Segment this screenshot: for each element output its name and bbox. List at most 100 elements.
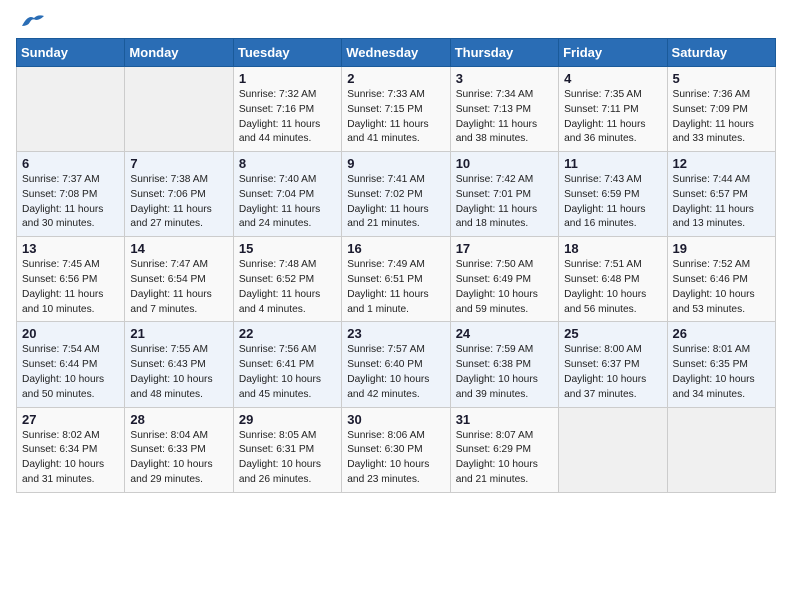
- day-info: Sunrise: 7:47 AM Sunset: 6:54 PM Dayligh…: [130, 258, 227, 317]
- calendar-cell: 30Sunrise: 8:06 AM Sunset: 6:30 PM Dayli…: [342, 407, 450, 492]
- day-of-week-header: Monday: [125, 39, 233, 67]
- day-number: 20: [22, 326, 119, 341]
- calendar-cell: 10 Sunrise: 7:42 AM Sunset: 7:01 PM Dayli…: [450, 152, 558, 237]
- day-number: 19: [673, 241, 770, 256]
- day-number: 16: [347, 241, 444, 256]
- calendar-cell: 2 Sunrise: 7:33 AM Sunset: 7:15 PM Daylig…: [342, 67, 450, 152]
- calendar-cell: 31 Sunrise: 8:07 AM Sunset: 6:29 PM Dayli…: [450, 407, 558, 492]
- calendar-cell: 1Sunrise: 7:32 AM Sunset: 7:16 PM Daylig…: [233, 67, 341, 152]
- calendar-table: SundayMondayTuesdayWednesdayThursdayFrid…: [16, 38, 776, 493]
- day-number: 21: [130, 326, 227, 341]
- day-info: Sunrise: 8:02 AM Sunset: 6:34 PM Dayligh…: [22, 429, 119, 488]
- day-number: 3: [456, 71, 553, 86]
- day-info: Sunrise: 7:35 AM Sunset: 7:11 PM Dayligh…: [564, 88, 661, 147]
- calendar-cell: 12 Sunrise: 7:44 AM Sunset: 6:57 PM Dayli…: [667, 152, 775, 237]
- calendar-cell: 7 Sunrise: 7:38 AM Sunset: 7:06 PM Daylig…: [125, 152, 233, 237]
- calendar-cell: 9 Sunrise: 7:41 AM Sunset: 7:02 PM Daylig…: [342, 152, 450, 237]
- logo: [16, 16, 46, 26]
- calendar-cell: [17, 67, 125, 152]
- day-number: 10: [456, 156, 553, 171]
- calendar-cell: 21 Sunrise: 7:55 AM Sunset: 6:43 PM Dayli…: [125, 322, 233, 407]
- day-number: 28: [130, 412, 227, 427]
- day-info: Sunrise: 7:56 AM Sunset: 6:41 PM Dayligh…: [239, 343, 336, 402]
- day-number: 7: [130, 156, 227, 171]
- day-of-week-header: Wednesday: [342, 39, 450, 67]
- calendar-cell: 22 Sunrise: 7:56 AM Sunset: 6:41 PM Dayli…: [233, 322, 341, 407]
- page-header: [16, 16, 776, 26]
- day-number: 4: [564, 71, 661, 86]
- day-info: Sunrise: 7:57 AM Sunset: 6:40 PM Dayligh…: [347, 343, 444, 402]
- day-of-week-header: Friday: [559, 39, 667, 67]
- calendar-week-row: 13Sunrise: 7:45 AM Sunset: 6:56 PM Dayli…: [17, 237, 776, 322]
- day-info: Sunrise: 7:32 AM Sunset: 7:16 PM Dayligh…: [239, 88, 336, 147]
- day-number: 14: [130, 241, 227, 256]
- calendar-header-row: SundayMondayTuesdayWednesdayThursdayFrid…: [17, 39, 776, 67]
- day-number: 31: [456, 412, 553, 427]
- day-info: Sunrise: 8:00 AM Sunset: 6:37 PM Dayligh…: [564, 343, 661, 402]
- calendar-cell: 19 Sunrise: 7:52 AM Sunset: 6:46 PM Dayli…: [667, 237, 775, 322]
- day-info: Sunrise: 7:44 AM Sunset: 6:57 PM Dayligh…: [673, 173, 770, 232]
- calendar-cell: 23Sunrise: 7:57 AM Sunset: 6:40 PM Dayli…: [342, 322, 450, 407]
- calendar-cell: 14 Sunrise: 7:47 AM Sunset: 6:54 PM Dayli…: [125, 237, 233, 322]
- calendar-cell: [125, 67, 233, 152]
- day-info: Sunrise: 8:04 AM Sunset: 6:33 PM Dayligh…: [130, 429, 227, 488]
- day-number: 25: [564, 326, 661, 341]
- calendar-week-row: 1Sunrise: 7:32 AM Sunset: 7:16 PM Daylig…: [17, 67, 776, 152]
- calendar-cell: 26 Sunrise: 8:01 AM Sunset: 6:35 PM Dayli…: [667, 322, 775, 407]
- day-info: Sunrise: 7:40 AM Sunset: 7:04 PM Dayligh…: [239, 173, 336, 232]
- day-info: Sunrise: 7:50 AM Sunset: 6:49 PM Dayligh…: [456, 258, 553, 317]
- day-info: Sunrise: 7:33 AM Sunset: 7:15 PM Dayligh…: [347, 88, 444, 147]
- day-of-week-header: Tuesday: [233, 39, 341, 67]
- day-number: 17: [456, 241, 553, 256]
- day-info: Sunrise: 7:38 AM Sunset: 7:06 PM Dayligh…: [130, 173, 227, 232]
- day-number: 12: [673, 156, 770, 171]
- day-number: 6: [22, 156, 119, 171]
- day-number: 8: [239, 156, 336, 171]
- day-of-week-header: Thursday: [450, 39, 558, 67]
- day-number: 26: [673, 326, 770, 341]
- day-info: Sunrise: 7:41 AM Sunset: 7:02 PM Dayligh…: [347, 173, 444, 232]
- day-info: Sunrise: 7:43 AM Sunset: 6:59 PM Dayligh…: [564, 173, 661, 232]
- calendar-cell: 24Sunrise: 7:59 AM Sunset: 6:38 PM Dayli…: [450, 322, 558, 407]
- calendar-cell: 8 Sunrise: 7:40 AM Sunset: 7:04 PM Daylig…: [233, 152, 341, 237]
- day-number: 2: [347, 71, 444, 86]
- day-info: Sunrise: 7:48 AM Sunset: 6:52 PM Dayligh…: [239, 258, 336, 317]
- calendar-cell: 11 Sunrise: 7:43 AM Sunset: 6:59 PM Dayli…: [559, 152, 667, 237]
- logo-bird-icon: [20, 12, 46, 30]
- calendar-cell: 13Sunrise: 7:45 AM Sunset: 6:56 PM Dayli…: [17, 237, 125, 322]
- calendar-week-row: 20 Sunrise: 7:54 AM Sunset: 6:44 PM Dayli…: [17, 322, 776, 407]
- calendar-cell: 20 Sunrise: 7:54 AM Sunset: 6:44 PM Dayli…: [17, 322, 125, 407]
- calendar-cell: 15Sunrise: 7:48 AM Sunset: 6:52 PM Dayli…: [233, 237, 341, 322]
- day-of-week-header: Saturday: [667, 39, 775, 67]
- day-info: Sunrise: 8:06 AM Sunset: 6:30 PM Dayligh…: [347, 429, 444, 488]
- day-number: 22: [239, 326, 336, 341]
- calendar-cell: 25 Sunrise: 8:00 AM Sunset: 6:37 PM Dayli…: [559, 322, 667, 407]
- day-info: Sunrise: 7:36 AM Sunset: 7:09 PM Dayligh…: [673, 88, 770, 147]
- day-number: 9: [347, 156, 444, 171]
- day-number: 5: [673, 71, 770, 86]
- day-number: 18: [564, 241, 661, 256]
- day-info: Sunrise: 7:42 AM Sunset: 7:01 PM Dayligh…: [456, 173, 553, 232]
- day-number: 11: [564, 156, 661, 171]
- calendar-cell: 5 Sunrise: 7:36 AM Sunset: 7:09 PM Daylig…: [667, 67, 775, 152]
- day-info: Sunrise: 7:55 AM Sunset: 6:43 PM Dayligh…: [130, 343, 227, 402]
- day-info: Sunrise: 8:01 AM Sunset: 6:35 PM Dayligh…: [673, 343, 770, 402]
- day-number: 27: [22, 412, 119, 427]
- day-info: Sunrise: 8:05 AM Sunset: 6:31 PM Dayligh…: [239, 429, 336, 488]
- calendar-cell: 6Sunrise: 7:37 AM Sunset: 7:08 PM Daylig…: [17, 152, 125, 237]
- calendar-cell: 18Sunrise: 7:51 AM Sunset: 6:48 PM Dayli…: [559, 237, 667, 322]
- day-number: 29: [239, 412, 336, 427]
- calendar-cell: 27 Sunrise: 8:02 AM Sunset: 6:34 PM Dayli…: [17, 407, 125, 492]
- calendar-cell: 28 Sunrise: 8:04 AM Sunset: 6:33 PM Dayli…: [125, 407, 233, 492]
- calendar-week-row: 27 Sunrise: 8:02 AM Sunset: 6:34 PM Dayli…: [17, 407, 776, 492]
- calendar-cell: 4 Sunrise: 7:35 AM Sunset: 7:11 PM Daylig…: [559, 67, 667, 152]
- day-of-week-header: Sunday: [17, 39, 125, 67]
- day-info: Sunrise: 7:49 AM Sunset: 6:51 PM Dayligh…: [347, 258, 444, 317]
- calendar-week-row: 6Sunrise: 7:37 AM Sunset: 7:08 PM Daylig…: [17, 152, 776, 237]
- day-info: Sunrise: 7:54 AM Sunset: 6:44 PM Dayligh…: [22, 343, 119, 402]
- day-info: Sunrise: 7:34 AM Sunset: 7:13 PM Dayligh…: [456, 88, 553, 147]
- calendar-cell: 17 Sunrise: 7:50 AM Sunset: 6:49 PM Dayli…: [450, 237, 558, 322]
- day-info: Sunrise: 8:07 AM Sunset: 6:29 PM Dayligh…: [456, 429, 553, 488]
- day-info: Sunrise: 7:52 AM Sunset: 6:46 PM Dayligh…: [673, 258, 770, 317]
- calendar-cell: [667, 407, 775, 492]
